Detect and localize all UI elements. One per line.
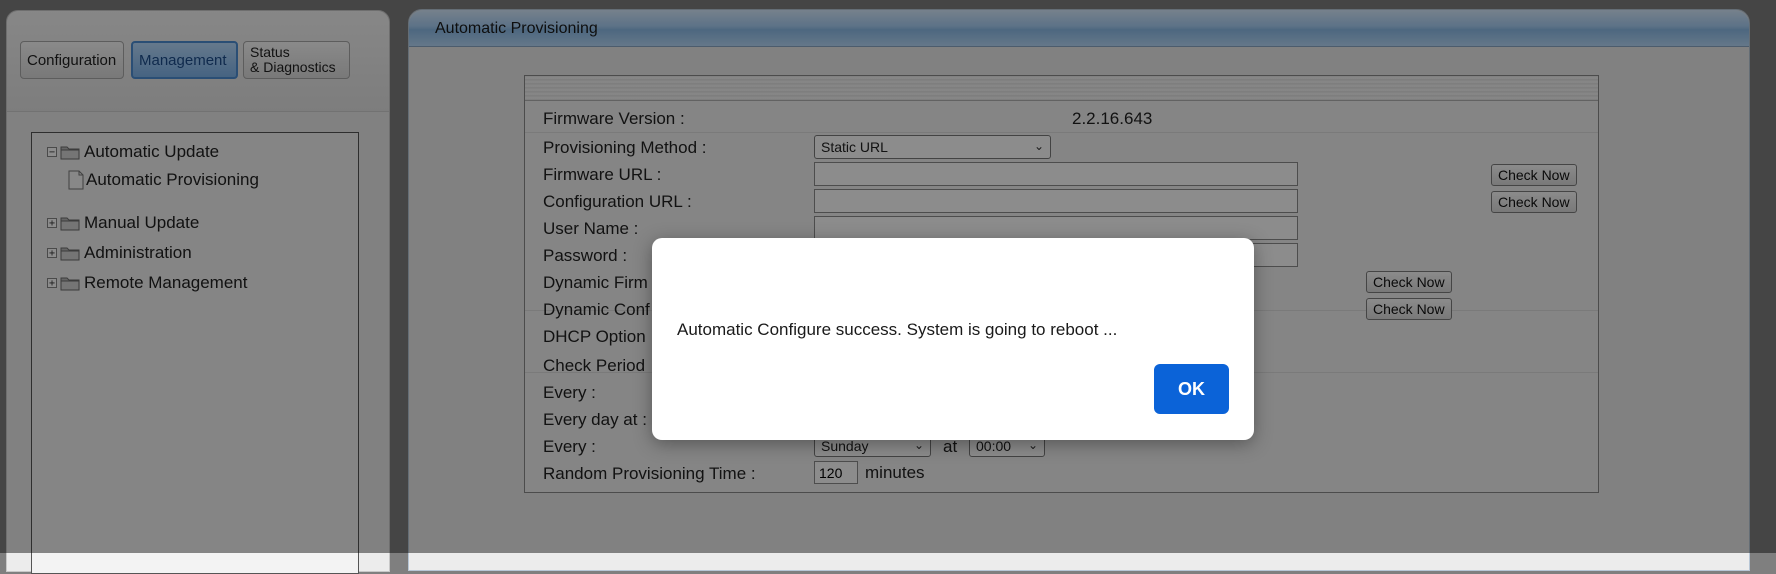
modal-overlay: Automatic Configure success. System is g…: [0, 0, 1776, 553]
alert-dialog: Automatic Configure success. System is g…: [652, 238, 1254, 440]
ok-button[interactable]: OK: [1154, 364, 1229, 414]
dialog-message: Automatic Configure success. System is g…: [677, 320, 1118, 339]
